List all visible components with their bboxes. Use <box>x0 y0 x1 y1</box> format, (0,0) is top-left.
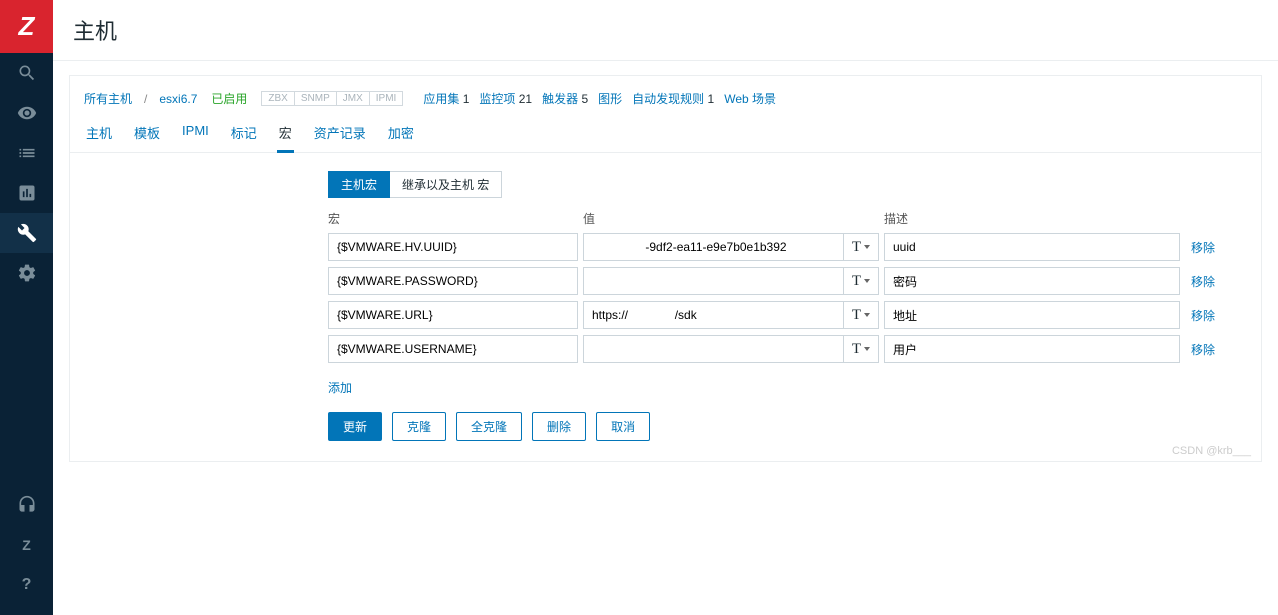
macro-value-wrap: T <box>583 301 879 329</box>
tab-templates[interactable]: 模板 <box>132 119 162 152</box>
macro-toggle-group: 主机宏 继承以及主机 宏 <box>328 171 1247 198</box>
main-content: 主机 所有主机 / esxi6.7 已启用 ZBX SNMP JMX IPMI … <box>53 0 1278 615</box>
remove-macro-link[interactable]: 移除 <box>1191 307 1215 324</box>
add-macro-link[interactable]: 添加 <box>328 379 352 396</box>
macro-value-input[interactable] <box>583 301 843 329</box>
content-panel: 所有主机 / esxi6.7 已启用 ZBX SNMP JMX IPMI 应用集… <box>69 75 1262 462</box>
macro-name-input[interactable] <box>328 233 578 261</box>
macro-row: T 移除 <box>328 233 1247 261</box>
tag-ipmi: IPMI <box>370 91 404 106</box>
macro-row: T 移除 <box>328 335 1247 363</box>
macro-desc-input[interactable] <box>884 267 1180 295</box>
info-link-discovery[interactable]: 自动发现规则 1 <box>632 90 714 107</box>
remove-macro-link[interactable]: 移除 <box>1191 341 1215 358</box>
nav-inventory-icon[interactable] <box>0 133 53 173</box>
macro-value-wrap: T <box>583 267 879 295</box>
macro-desc-input[interactable] <box>884 233 1180 261</box>
macro-desc-input[interactable] <box>884 335 1180 363</box>
cancel-button[interactable]: 取消 <box>596 412 650 441</box>
info-link-triggers[interactable]: 触发器 5 <box>542 90 588 107</box>
tab-host[interactable]: 主机 <box>84 119 114 152</box>
nav-administration-icon[interactable] <box>0 253 53 293</box>
page-title: 主机 <box>53 0 1278 61</box>
nav-help-icon[interactable]: ? <box>0 565 53 605</box>
header-value: 值 <box>583 210 879 227</box>
macro-row: T 移除 <box>328 267 1247 295</box>
tag-zbx: ZBX <box>261 91 294 106</box>
remove-macro-link[interactable]: 移除 <box>1191 273 1215 290</box>
info-link-graphs[interactable]: 图形 <box>598 90 622 107</box>
nav-share-icon[interactable]: Z <box>0 525 53 565</box>
nav-reports-icon[interactable] <box>0 173 53 213</box>
macro-value-input[interactable] <box>583 233 843 261</box>
macro-type-button[interactable]: T <box>843 301 879 329</box>
clone-button[interactable]: 克隆 <box>392 412 446 441</box>
macro-value-wrap: T <box>583 335 879 363</box>
macro-type-button[interactable]: T <box>843 233 879 261</box>
macro-type-button[interactable]: T <box>843 335 879 363</box>
delete-button[interactable]: 删除 <box>532 412 586 441</box>
full-clone-button[interactable]: 全克隆 <box>456 412 522 441</box>
watermark: CSDN @krb___ <box>1172 445 1251 457</box>
availability-tags: ZBX SNMP JMX IPMI <box>261 91 403 106</box>
sidebar: Z Z ? <box>0 0 53 615</box>
toggle-host-macros[interactable]: 主机宏 <box>328 171 390 198</box>
remove-macro-link[interactable]: 移除 <box>1191 239 1215 256</box>
info-link-items[interactable]: 监控项 21 <box>479 90 532 107</box>
macro-value-input[interactable] <box>583 267 843 295</box>
nav-monitoring-icon[interactable] <box>0 93 53 133</box>
tab-macros[interactable]: 宏 <box>277 119 294 153</box>
info-link-applications[interactable]: 应用集 1 <box>423 90 469 107</box>
host-status: 已启用 <box>211 90 247 107</box>
tab-inventory[interactable]: 资产记录 <box>312 119 368 152</box>
macro-type-button[interactable]: T <box>843 267 879 295</box>
macro-row: T 移除 <box>328 301 1247 329</box>
nav-support-icon[interactable] <box>0 485 53 525</box>
breadcrumb-host[interactable]: esxi6.7 <box>159 92 197 106</box>
macro-value-input[interactable] <box>583 335 843 363</box>
info-link-web[interactable]: Web 场景 <box>724 90 776 107</box>
form-area: 主机宏 继承以及主机 宏 宏 值 描述 T 移除 T 移除 T 移除 T 移除 添加 更新 克… <box>70 153 1261 441</box>
tab-encryption[interactable]: 加密 <box>386 119 416 152</box>
header-macro: 宏 <box>328 210 578 227</box>
tab-ipmi[interactable]: IPMI <box>180 119 211 152</box>
nav-configuration-icon[interactable] <box>0 213 53 253</box>
tab-tags[interactable]: 标记 <box>229 119 259 152</box>
macro-name-input[interactable] <box>328 301 578 329</box>
breadcrumb-all-hosts[interactable]: 所有主机 <box>84 90 132 107</box>
breadcrumb-separator: / <box>144 92 147 106</box>
macro-name-input[interactable] <box>328 335 578 363</box>
zabbix-logo[interactable]: Z <box>0 0 53 53</box>
tag-snmp: SNMP <box>295 91 337 106</box>
tabs: 主机 模板 IPMI 标记 宏 资产记录 加密 <box>70 113 1261 153</box>
tag-jmx: JMX <box>337 91 370 106</box>
toggle-inherited-macros[interactable]: 继承以及主机 宏 <box>390 171 502 198</box>
macro-name-input[interactable] <box>328 267 578 295</box>
header-desc: 描述 <box>884 210 1180 227</box>
action-buttons: 更新 克隆 全克隆 删除 取消 <box>328 412 1247 441</box>
nav-search-icon[interactable] <box>0 53 53 93</box>
update-button[interactable]: 更新 <box>328 412 382 441</box>
breadcrumb-row: 所有主机 / esxi6.7 已启用 ZBX SNMP JMX IPMI 应用集… <box>70 84 1261 113</box>
column-headers: 宏 值 描述 <box>328 210 1247 227</box>
macro-value-wrap: T <box>583 233 879 261</box>
macro-desc-input[interactable] <box>884 301 1180 329</box>
